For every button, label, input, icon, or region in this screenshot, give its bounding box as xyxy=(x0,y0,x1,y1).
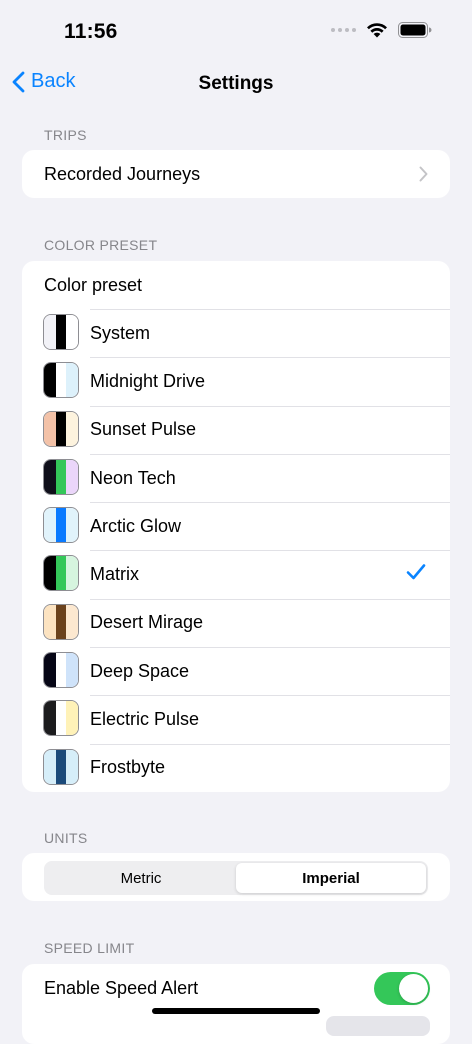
units-card: Metric Imperial xyxy=(22,853,450,901)
partial-control xyxy=(326,1016,430,1036)
preset-name: Neon Tech xyxy=(90,467,176,488)
preset-swatch-icon xyxy=(43,603,79,640)
speed-alert-toggle[interactable] xyxy=(374,972,430,1005)
preset-name: Deep Space xyxy=(90,660,190,681)
units-segmented-control: Metric Imperial xyxy=(44,861,428,895)
battery-icon xyxy=(398,22,432,38)
color-preset-title: Color preset xyxy=(44,274,143,295)
preset-row-system[interactable]: System xyxy=(22,309,450,357)
preset-row-matrix[interactable]: Matrix xyxy=(22,550,450,598)
status-icons xyxy=(331,22,432,38)
status-time: 11:56 xyxy=(64,20,118,43)
preset-name: Matrix xyxy=(90,564,139,585)
preset-row-neon-tech[interactable]: Neon Tech xyxy=(22,453,450,502)
preset-swatch-icon xyxy=(43,748,79,785)
preset-row-midnight-drive[interactable]: Midnight Drive xyxy=(22,357,450,405)
preset-row-frostbyte[interactable]: Frostbyte xyxy=(22,743,450,792)
preset-row-electric-pulse[interactable]: Electric Pulse xyxy=(22,695,450,743)
recorded-journeys-label: Recorded Journeys xyxy=(44,163,201,184)
preset-swatch-icon xyxy=(43,458,79,495)
navigation-bar: Back Settings xyxy=(0,60,472,108)
units-imperial-option[interactable]: Imperial xyxy=(236,863,426,893)
preset-name: Arctic Glow xyxy=(90,515,182,536)
checkmark-icon xyxy=(406,564,426,580)
preset-name: System xyxy=(90,322,151,343)
status-bar: 11:56 xyxy=(0,0,472,60)
wifi-icon xyxy=(367,23,387,38)
trips-card: Recorded Journeys xyxy=(22,150,450,198)
color-preset-card: Color preset System Midnight Drive Sunset … xyxy=(22,261,450,792)
preset-swatch-icon xyxy=(43,410,79,447)
enable-speed-alert-label: Enable Speed Alert xyxy=(44,977,199,998)
preset-row-sunset-pulse[interactable]: Sunset Pulse xyxy=(22,405,450,454)
preset-name: Sunset Pulse xyxy=(90,419,197,440)
units-metric-option[interactable]: Metric xyxy=(46,863,236,893)
preset-swatch-icon xyxy=(43,314,79,350)
toggle-knob xyxy=(399,974,428,1003)
enable-speed-alert-row: Enable Speed Alert xyxy=(22,964,450,1012)
chevron-right-icon xyxy=(419,166,428,182)
preset-swatch-icon xyxy=(43,507,79,544)
section-header-units: UNITS xyxy=(44,830,88,846)
home-indicator xyxy=(152,1008,320,1014)
preset-name: Desert Mirage xyxy=(90,612,204,633)
preset-name: Frostbyte xyxy=(90,757,166,778)
preset-row-arctic-glow[interactable]: Arctic Glow xyxy=(22,502,450,550)
preset-name: Midnight Drive xyxy=(90,370,206,391)
section-header-speed-limit: SPEED LIMIT xyxy=(44,940,135,956)
preset-swatch-icon xyxy=(43,555,79,592)
preset-swatch-icon xyxy=(43,652,79,689)
section-header-color-preset: COLOR PRESET xyxy=(44,237,158,253)
recorded-journeys-row[interactable]: Recorded Journeys xyxy=(22,150,450,198)
section-header-trips: TRIPS xyxy=(44,127,87,143)
cellular-dots-icon xyxy=(331,28,356,32)
preset-list: System Midnight Drive Sunset Pulse Neon Tec… xyxy=(22,309,450,792)
page-title: Settings xyxy=(198,73,274,94)
preset-row-deep-space[interactable]: Deep Space xyxy=(22,647,450,695)
preset-name: Electric Pulse xyxy=(90,709,200,730)
preset-swatch-icon xyxy=(43,362,79,399)
preset-row-desert-mirage[interactable]: Desert Mirage xyxy=(22,598,450,647)
preset-swatch-icon xyxy=(43,700,79,737)
